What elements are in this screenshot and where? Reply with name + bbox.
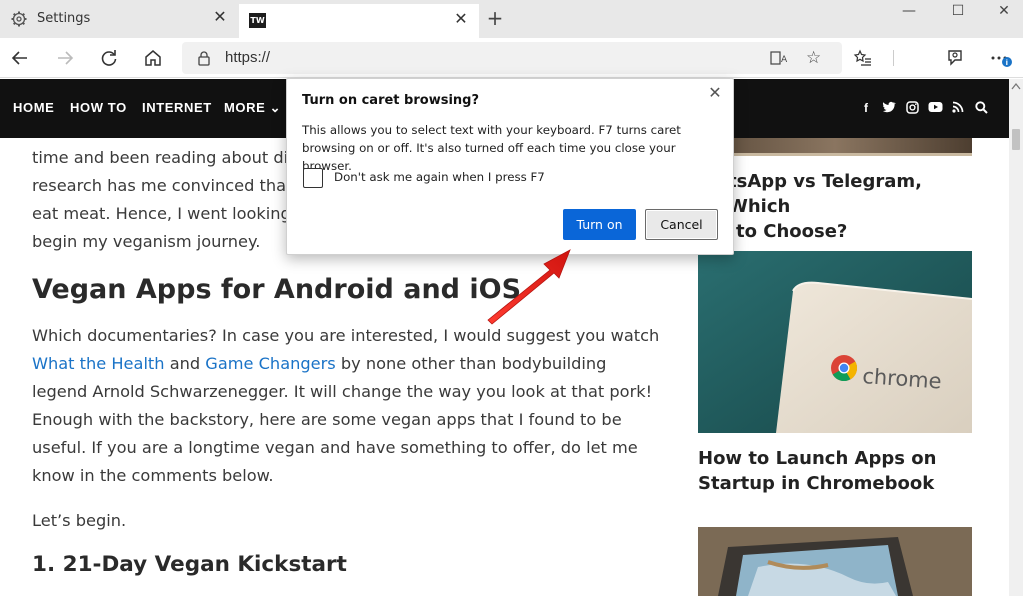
dialog-close-icon[interactable]: ✕ xyxy=(707,85,723,101)
red-arrow-annotation xyxy=(487,249,571,325)
url-text[interactable]: https:// xyxy=(225,49,270,66)
svg-text:i: i xyxy=(1006,59,1008,67)
article-paragraph-begin: Let’s begin. xyxy=(32,511,127,530)
close-tab-icon[interactable]: ✕ xyxy=(212,9,228,25)
facebook-icon[interactable]: f xyxy=(858,101,874,115)
maximize-icon[interactable]: ☐ xyxy=(947,2,969,20)
nav-home[interactable]: HOME xyxy=(13,100,54,115)
nav-how-to[interactable]: HOW TO xyxy=(70,100,127,115)
tw-logo-text: TW xyxy=(249,13,266,28)
gear-icon xyxy=(11,11,27,27)
close-tab-icon[interactable]: ✕ xyxy=(453,11,469,27)
chromebook-image[interactable]: chrome xyxy=(698,251,972,433)
dialog-message: This allows you to select text with your… xyxy=(302,121,727,175)
browser-toolbar: https:// A ☆ i xyxy=(0,38,1023,78)
back-arrow-icon xyxy=(11,51,27,65)
home-icon xyxy=(145,50,161,66)
nav-internet[interactable]: INTERNET xyxy=(142,100,212,115)
home-button[interactable] xyxy=(141,46,165,70)
title-line: Startup in Chromebook xyxy=(698,473,935,494)
scrollbar-thumb[interactable] xyxy=(1012,129,1020,150)
dont-ask-checkbox[interactable] xyxy=(303,168,323,188)
refresh-icon xyxy=(101,50,117,66)
youtube-icon[interactable] xyxy=(927,101,943,115)
title-line: How to Launch Apps on xyxy=(698,448,937,469)
social-links: f xyxy=(858,101,996,115)
settings-more-button[interactable]: i xyxy=(989,46,1013,70)
paragraph-text: and xyxy=(164,354,206,373)
svg-text:A: A xyxy=(781,55,788,65)
minimize-icon[interactable]: — xyxy=(898,2,920,20)
address-bar[interactable]: https:// A ☆ xyxy=(182,42,842,74)
title-line: to Choose? xyxy=(736,221,848,242)
window-close-icon[interactable]: ✕ xyxy=(993,2,1015,20)
search-icon[interactable] xyxy=(973,101,989,115)
tab-label: Settings xyxy=(37,11,91,26)
feedback-icon xyxy=(948,50,962,66)
refresh-button[interactable] xyxy=(97,46,121,70)
chromebook-illustration: chrome xyxy=(698,251,972,433)
feedback-button[interactable] xyxy=(943,46,967,70)
sidebar-article-title-1[interactable]: tsApp vs Telegram, Which to Choose? xyxy=(698,169,978,244)
lock-icon[interactable] xyxy=(196,50,212,66)
turn-on-button[interactable]: Turn on xyxy=(563,209,636,240)
paragraph-text: by none other than bodybuilding legend A… xyxy=(32,354,653,485)
tab-strip: Settings ✕ TW ✕ + — ☐ ✕ xyxy=(0,0,1023,38)
dont-ask-checkbox-label[interactable]: Don't ask me again when I press F7 xyxy=(334,170,545,184)
caret-browsing-dialog: Turn on caret browsing? ✕ This allows yo… xyxy=(286,78,734,255)
subsection-heading: 1. 21-Day Vegan Kickstart xyxy=(32,552,347,577)
forward-arrow-icon xyxy=(58,51,74,65)
dialog-message-line: This allows you to select text with your… xyxy=(302,123,681,137)
what-the-health-link[interactable]: What the Health xyxy=(32,354,165,373)
dialog-title: Turn on caret browsing? xyxy=(302,93,479,108)
favorites-button[interactable] xyxy=(851,46,875,70)
sidebar-image-bottom[interactable] xyxy=(698,527,972,596)
tw-logo-icon: TW xyxy=(249,13,266,29)
rss-icon[interactable] xyxy=(950,101,966,115)
sidebar-article-title-2[interactable]: How to Launch Apps on Startup in Chromeb… xyxy=(698,446,978,496)
new-tab-button[interactable]: + xyxy=(485,8,505,28)
scroll-up-icon[interactable] xyxy=(1011,82,1021,90)
title-line: tsApp vs Telegram, Which xyxy=(728,171,922,217)
favorites-list-icon xyxy=(853,49,871,66)
article-paragraph: Which documentaries? In case you are int… xyxy=(32,322,662,490)
more-dots-icon: i xyxy=(991,56,1012,67)
instagram-icon[interactable] xyxy=(904,101,920,115)
game-changers-link[interactable]: Game Changers xyxy=(205,354,335,373)
read-aloud-icon[interactable]: A xyxy=(770,50,788,70)
sidebar-image-top[interactable] xyxy=(698,138,972,156)
back-button[interactable] xyxy=(8,46,32,70)
twitter-icon[interactable] xyxy=(881,101,897,115)
tab-active[interactable]: TW ✕ xyxy=(239,4,479,38)
nav-more[interactable]: MORE ⌄ xyxy=(224,100,281,116)
favorite-star-icon[interactable]: ☆ xyxy=(806,48,821,68)
tab-settings[interactable]: Settings ✕ xyxy=(0,0,238,38)
page-scrollbar[interactable] xyxy=(1009,79,1023,596)
forward-button[interactable] xyxy=(53,46,77,70)
cancel-button[interactable]: Cancel xyxy=(645,209,718,240)
toolbar-divider xyxy=(893,50,894,66)
